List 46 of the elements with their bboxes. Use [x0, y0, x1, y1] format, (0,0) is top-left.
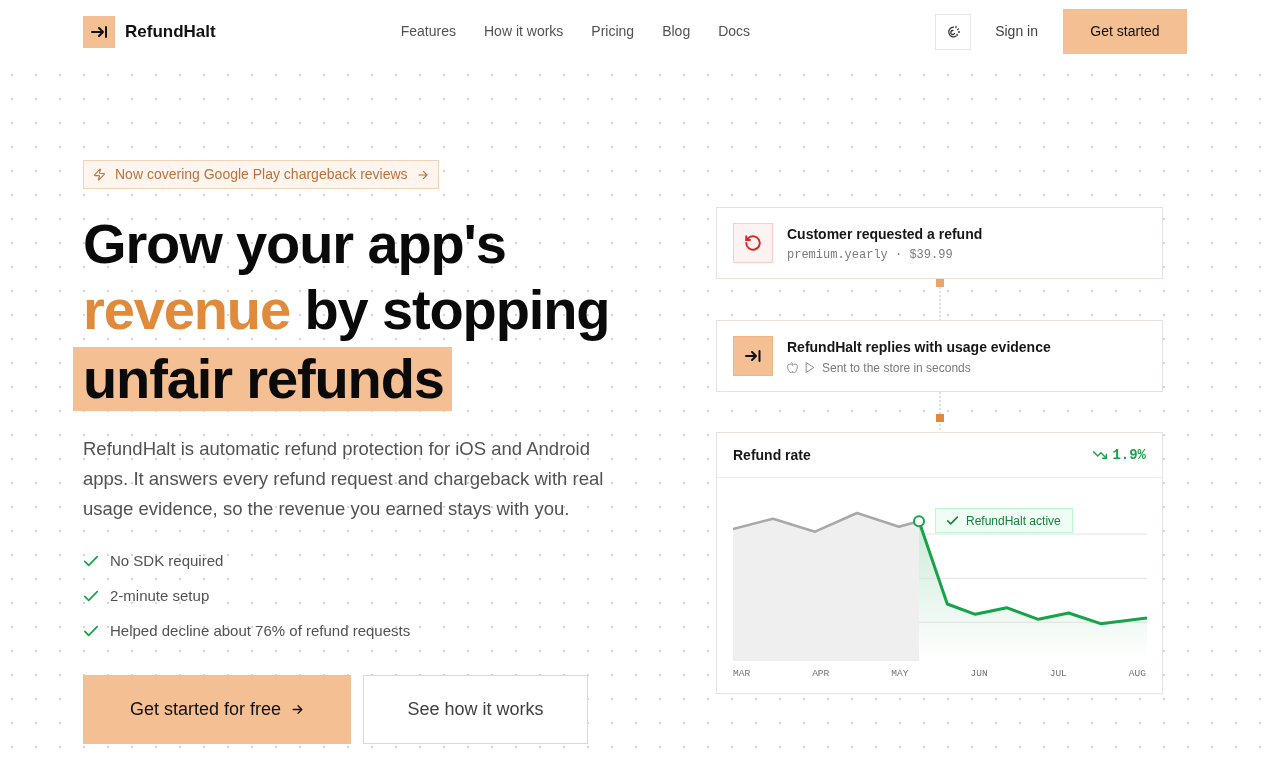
see-how-it-works-button[interactable]: See how it works	[363, 675, 588, 744]
chart-title: Refund rate	[733, 445, 811, 465]
step-title: RefundHalt replies with usage evidence	[787, 337, 1051, 357]
nav-link[interactable]: How it works	[484, 21, 564, 42]
theme-toggle-button[interactable]	[935, 13, 972, 50]
step-detail: Sent to the store in seconds	[822, 359, 971, 376]
check-icon	[84, 590, 98, 602]
logo-link[interactable]: RefundHalt	[83, 15, 216, 48]
nav-link[interactable]: Docs	[718, 21, 751, 42]
month-label: JUL	[1049, 668, 1067, 680]
trend-down-icon	[1093, 450, 1108, 460]
nav-link[interactable]: Pricing	[591, 21, 635, 42]
headline: Grow your app's revenue by stopping unfair refunds	[73, 211, 643, 414]
play-icon	[805, 362, 815, 373]
month-label: MAR	[733, 668, 751, 680]
arrow-right-icon	[291, 703, 305, 716]
month-label: AUG	[1128, 668, 1146, 680]
nav-link[interactable]: Blog	[662, 21, 691, 42]
check-icon	[84, 625, 98, 637]
get-started-free-button[interactable]: Get started for free	[83, 675, 351, 744]
get-started-button[interactable]: Get started	[1063, 9, 1187, 54]
lightning-icon	[93, 168, 106, 181]
arrow-right-icon	[416, 168, 429, 181]
step-title: Customer requested a refund	[787, 224, 983, 244]
apple-icon	[787, 362, 798, 373]
check-icon	[84, 555, 98, 567]
flow-connector	[935, 392, 944, 432]
step-detail: premium.yearly · $39.99	[787, 246, 954, 263]
feature-text: 2-minute setup	[110, 585, 210, 606]
annotation-text: RefundHalt active	[966, 512, 1061, 530]
feature-text: No SDK required	[110, 550, 224, 571]
hero-description: RefundHalt is automatic refund protection for iOS and Android apps. It answers every refund request and chargeback with real usage evidence, so the revenue you earned stays with you.	[83, 437, 605, 521]
month-label: JUN	[970, 668, 988, 680]
sign-in-link[interactable]: Sign in	[995, 21, 1038, 42]
feature-text: Helped decline about 76% of refund requests	[110, 620, 411, 641]
refresh-icon	[733, 223, 773, 263]
nav-link[interactable]: Features	[400, 21, 456, 42]
month-label: APR	[812, 668, 830, 680]
arrow-to-bar-icon	[733, 336, 773, 376]
month-label: MAY	[891, 668, 909, 680]
logo-icon	[83, 15, 115, 48]
refund-rate-value: 1.9%	[1112, 445, 1146, 465]
flow-connector	[935, 279, 944, 320]
announcement-link[interactable]: Now covering Google Play chargeback reviews	[83, 160, 439, 189]
theme-icon	[945, 23, 962, 40]
check-icon	[947, 516, 958, 525]
